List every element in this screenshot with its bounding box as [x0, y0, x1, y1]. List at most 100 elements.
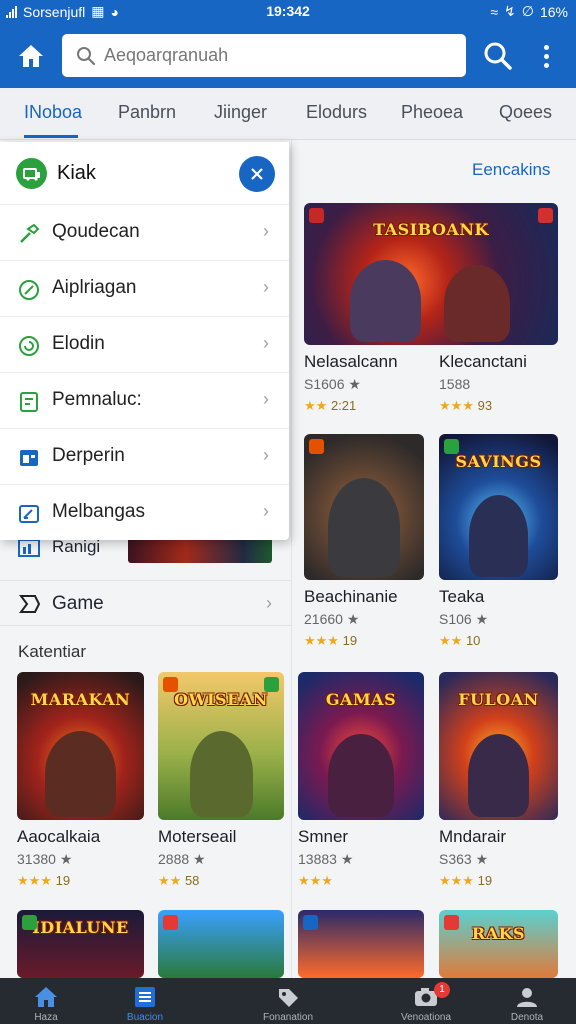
- nav-label: Venoationa: [400, 1012, 452, 1023]
- alarm-icon: ∅: [521, 3, 534, 19]
- card-title: Aaocalkaia: [17, 827, 101, 846]
- section-heading: Katentiar: [18, 642, 87, 661]
- home-icon: [35, 987, 57, 1007]
- nav-item-camera[interactable]: Venoationa: [386, 978, 466, 1024]
- nav-item-profile[interactable]: Denota: [487, 978, 567, 1024]
- search-bar[interactable]: [62, 34, 466, 77]
- game-thumbnail-partial[interactable]: RAKS: [439, 910, 558, 978]
- app-bar: [0, 24, 576, 88]
- dropdown-item-2[interactable]: Elodin ›: [0, 316, 289, 372]
- game-thumbnail-partial[interactable]: IDIALUNE: [17, 910, 144, 978]
- card-title: Moterseail: [158, 827, 237, 846]
- dropdown-header: Kiak: [0, 142, 289, 204]
- chevron-right-icon: ›: [263, 389, 269, 409]
- chevron-right-icon: ›: [263, 277, 269, 297]
- tab-4[interactable]: Pheoea: [401, 102, 463, 123]
- bluetooth-icon: ↯: [504, 3, 516, 19]
- game-thumbnail-partial[interactable]: [298, 910, 424, 978]
- tab-5[interactable]: Qoees: [499, 102, 552, 123]
- search-button[interactable]: [482, 40, 514, 72]
- tag-icon: [279, 989, 298, 1007]
- tab-0[interactable]: INoboa: [24, 102, 82, 123]
- tab-1[interactable]: Panbrn: [118, 102, 176, 123]
- wifi-icon: ≈: [490, 3, 499, 20]
- list-item-label: Ranigi: [52, 537, 101, 556]
- card-title: Smner: [298, 827, 349, 846]
- card-downloads: 2888 ★: [158, 851, 206, 867]
- chevron-right-icon: ›: [266, 593, 272, 613]
- category-tabs: INoboa Panbrn Jiinger Elodurs Pheoea Qoe…: [0, 88, 576, 140]
- search-icon: [77, 46, 96, 65]
- list-item-partial[interactable]: Ranigi: [0, 535, 292, 575]
- close-icon: [251, 168, 263, 180]
- nav-item-tags[interactable]: Fonanation: [248, 978, 328, 1024]
- dropdown-item-label: Pemnaluc:: [52, 389, 142, 410]
- dropdown-item-label: Melbangas: [52, 501, 145, 522]
- game-thumbnail-partial[interactable]: [158, 910, 284, 978]
- battery-percent: 16%: [539, 3, 568, 20]
- thumbnail-title: TASIBOANK: [373, 220, 489, 240]
- home-button[interactable]: [12, 38, 50, 74]
- game-thumbnail: SAVINGS: [439, 434, 558, 580]
- card-downloads: 21660 ★: [304, 611, 360, 627]
- chevron-right-icon: ›: [263, 501, 269, 521]
- document-icon: [20, 392, 38, 412]
- thumbnail-title: FULOAN: [458, 689, 539, 709]
- card-downloads: 31380 ★: [17, 851, 73, 867]
- slash-circle-icon: [19, 280, 39, 300]
- dropdown-item-label: Elodin: [52, 333, 105, 354]
- nav-item-list[interactable]: Buacion: [105, 978, 185, 1024]
- card-rating: ★★★ 93: [439, 398, 493, 413]
- card-title: Teaka: [439, 587, 485, 606]
- dropdown-item-0[interactable]: Qoudecan ›: [0, 204, 289, 260]
- card-downloads: S106 ★: [439, 611, 489, 627]
- chevron-right-icon: ›: [263, 445, 269, 465]
- close-button[interactable]: [239, 156, 275, 192]
- tab-3[interactable]: Elodurs: [306, 102, 367, 123]
- dropdown-item-3[interactable]: Pemnaluc: ›: [0, 372, 289, 428]
- nav-label: Fonanation: [262, 1012, 314, 1023]
- game-thumbnail: [304, 434, 424, 580]
- card-rating: ★★★ 19: [304, 633, 358, 648]
- thumbnail-title: IDIALUNE: [32, 918, 129, 937]
- dropdown-item-1[interactable]: Aiplriagan ›: [0, 260, 289, 316]
- card-rating: ★★ 10: [439, 633, 481, 648]
- thumbnail-title: MARAKAN: [30, 689, 131, 709]
- chevron-right-icon: ›: [263, 221, 269, 241]
- dropdown-title: Kiak: [57, 162, 96, 184]
- dropdown-item-4[interactable]: Derperin ›: [0, 428, 289, 484]
- see-all-link[interactable]: Eencakins: [472, 160, 550, 180]
- dropdown-item-label: Derperin: [52, 445, 125, 466]
- profile-icon: [517, 988, 537, 1007]
- notification-badge: 1: [434, 982, 450, 998]
- card-title: Nelasalcann: [304, 352, 398, 371]
- edit-icon: [19, 505, 39, 523]
- game-thumbnail: FULOAN: [439, 672, 558, 820]
- window-icon: [20, 450, 38, 466]
- card-downloads: 13883 ★: [298, 851, 354, 867]
- hammer-icon: [20, 223, 40, 243]
- list-item-label: Game: [52, 593, 104, 614]
- tab-2[interactable]: Jiinger: [214, 102, 267, 123]
- card-title: Beachinanie: [304, 587, 398, 606]
- card-rating: ★★ 2:21: [304, 398, 357, 413]
- game-thumbnail: MARAKAN: [17, 672, 144, 820]
- category-dropdown: Kiak Qoudecan › Aiplriagan › Elodin › Pe…: [0, 142, 289, 540]
- list-item-game[interactable]: Game ›: [0, 580, 292, 626]
- chevron-right-icon: ›: [263, 333, 269, 353]
- dropdown-item-label: Qoudecan: [52, 221, 140, 242]
- card-title: Klecanctani: [439, 352, 527, 371]
- thumbnail-title: GAMAS: [325, 689, 397, 709]
- nav-label: Buacion: [126, 1012, 164, 1023]
- search-input[interactable]: [104, 45, 444, 66]
- bottom-navigation: Haza Buacion Fonanation Venoationa Denot…: [0, 978, 576, 1024]
- game-icon: [19, 595, 41, 613]
- card-downloads: S363 ★: [439, 851, 489, 867]
- overflow-menu-button[interactable]: [534, 40, 558, 72]
- card-title: Mndarair: [439, 827, 507, 846]
- thumbnail-title: OWISEAN: [174, 689, 268, 709]
- game-thumbnail: GAMAS: [298, 672, 424, 820]
- nav-item-home[interactable]: Haza: [6, 978, 86, 1024]
- dropdown-item-5[interactable]: Melbangas ›: [0, 484, 289, 540]
- game-thumbnail: OWISEAN: [158, 672, 284, 820]
